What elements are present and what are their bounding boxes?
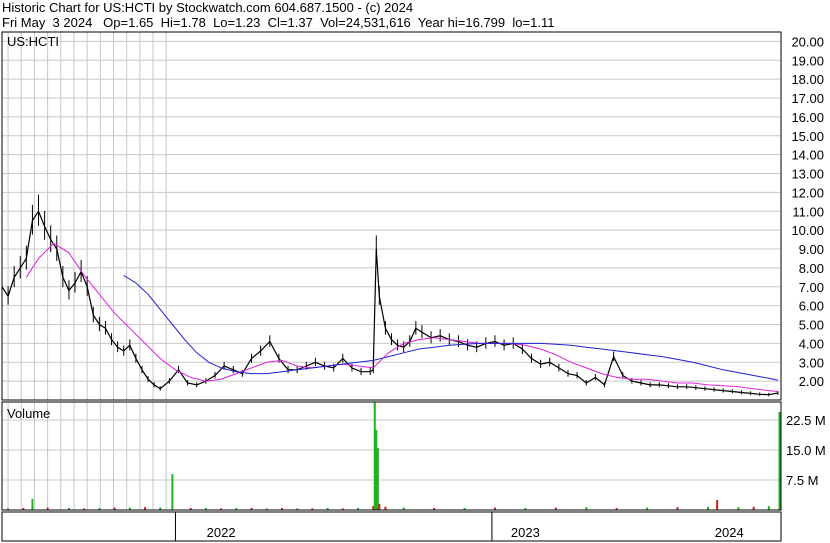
price-tick-label: 18.00 — [791, 72, 824, 87]
quote-high: Hi=1.78 — [160, 15, 206, 30]
price-tick-label: 10.00 — [791, 223, 824, 238]
volume-bar — [716, 500, 719, 510]
chart-header-quote: Fri May 3 2024 Op=1.65 Hi=1.78 Lo=1.23 C… — [2, 15, 554, 30]
stock-chart: 2.00 3.00 4.00 5.00 6.00 7.00 8.00 9.00 10.00 11.… — [1, 31, 826, 542]
year-label: 2022 — [207, 525, 236, 540]
volume-bar — [378, 504, 381, 510]
year-axis-frame — [1, 511, 782, 542]
quote-date: Fri May 3 2024 — [2, 15, 93, 30]
price-tick-label: 14.00 — [791, 148, 824, 163]
year-label: 2024 — [715, 525, 744, 540]
volume-bar — [31, 498, 34, 510]
price-tick-label: 3.00 — [799, 355, 824, 370]
price-tick-label: 16.00 — [791, 110, 824, 125]
price-axis: 2.00 3.00 4.00 5.00 6.00 7.00 8.00 9.00 10.00 11.… — [791, 34, 824, 389]
price-tick-label: 7.00 — [799, 280, 824, 295]
price-tick-label: 11.00 — [792, 204, 824, 219]
price-tick-label: 19.00 — [791, 53, 824, 68]
price-line — [1, 210, 779, 396]
price-tick-label: 2.00 — [799, 374, 824, 389]
year-label: 2023 — [511, 525, 540, 540]
price-tick-label: 15.00 — [791, 129, 824, 144]
quote-close: Cl=1.37 — [267, 15, 313, 30]
price-tick-label: 20.00 — [791, 34, 824, 49]
volume-tick-label: 22.5 M — [786, 413, 826, 428]
ma_short-line — [25, 242, 779, 392]
price-tick-label: 9.00 — [799, 242, 824, 257]
year-axis: 2022 2023 2024 — [174, 512, 744, 541]
price-tick-label: 13.00 — [791, 167, 824, 182]
quote-year-low: lo=1.11 — [512, 15, 555, 30]
price-tick-label: 8.00 — [799, 261, 824, 276]
volume-grid — [2, 402, 781, 510]
quote-low: Lo=1.23 — [213, 15, 261, 30]
volume-bar — [767, 506, 770, 510]
quote-year-high: Year hi=16.799 — [417, 15, 506, 30]
price-tick-label: 17.00 — [791, 91, 824, 106]
volume-tick-label: 7.5 M — [786, 473, 819, 488]
volume-bar — [778, 412, 781, 510]
volume-bar — [376, 448, 379, 510]
volume-panel-frame — [1, 401, 782, 511]
ticker-label: US:HCTI — [7, 34, 59, 49]
volume-axis: 7.5 M 15.0 M 22.5 M — [786, 413, 826, 488]
volume-panel-title: Volume — [7, 406, 50, 421]
price-tick-label: 5.00 — [799, 318, 824, 333]
chart-header-title: Historic Chart for US:HCTI by Stockwatch… — [2, 0, 414, 15]
quote-volume: Vol=24,531,616 — [320, 15, 411, 30]
price-tick-label: 4.00 — [799, 336, 824, 351]
volume-bar — [171, 474, 174, 510]
price-tick-label: 6.00 — [799, 299, 824, 314]
price-series — [1, 194, 779, 397]
price-tick-label: 12.00 — [791, 185, 824, 200]
volume-tick-label: 15.0 M — [786, 443, 826, 458]
ma_long-line — [123, 274, 779, 381]
volume-bars — [7, 402, 781, 510]
quote-open: Op=1.65 — [103, 15, 154, 30]
